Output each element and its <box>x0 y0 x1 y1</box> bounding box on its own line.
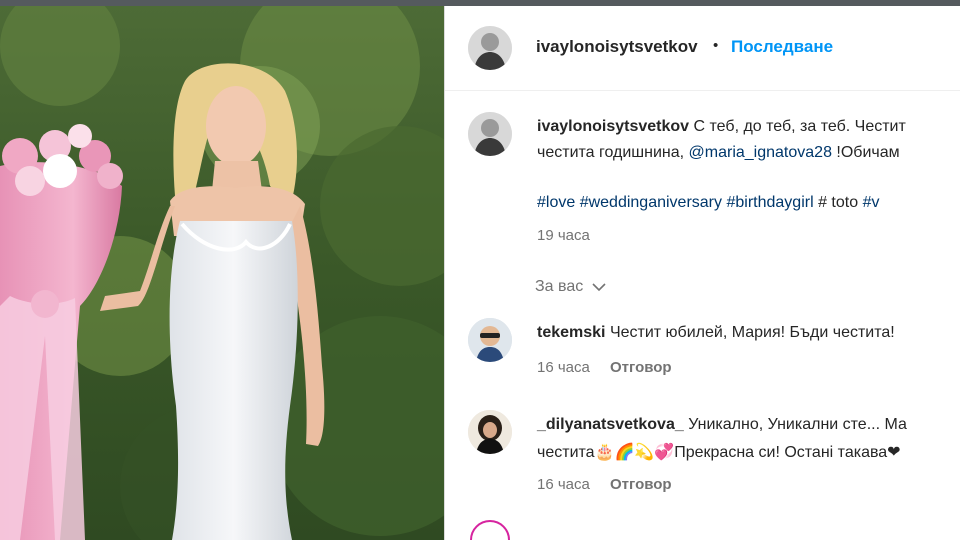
hashtag-link[interactable]: #birthdaygirl <box>726 194 813 211</box>
caption-avatar-image <box>468 112 512 156</box>
hashtag-link[interactable]: #love <box>537 194 575 211</box>
author-avatar-image <box>468 26 512 70</box>
caption-line-2: честита годишнина, @maria_ignatova28 !Об… <box>537 144 900 162</box>
post-details-panel: ivaylonoisytsvetkov • Последване ivaylon… <box>445 6 960 540</box>
commenter-avatar[interactable] <box>468 318 512 362</box>
post-header: ivaylonoisytsvetkov • Последване <box>445 6 960 91</box>
caption-mention-link[interactable]: @maria_ignatova28 <box>689 144 832 161</box>
comment-body-line-1: _dilyanatsvetkova_ Уникално, Уникални ст… <box>537 416 907 434</box>
commenter-avatar-image <box>468 318 512 362</box>
caption-text-2-prefix: честита годишнина, <box>537 144 689 161</box>
caption-avatar[interactable] <box>468 112 512 156</box>
hashtag-extra: # toto <box>818 194 859 211</box>
comment-text: Честит юбилей, Мария! Бъди честита! <box>609 324 895 341</box>
next-commenter-avatar[interactable] <box>470 520 510 540</box>
chevron-down-icon <box>592 283 606 291</box>
caption-timestamp[interactable]: 19 часа <box>537 227 590 244</box>
header-dot-separator: • <box>713 37 719 54</box>
commenter-avatar-image <box>468 410 512 454</box>
caption-line-1: ivaylonoisytsvetkov С теб, до теб, за те… <box>537 118 906 136</box>
caption-username[interactable]: ivaylonoisytsvetkov <box>537 118 689 135</box>
caption-text-2-suffix: !Обичам <box>831 144 900 161</box>
post-photo <box>0 6 444 540</box>
follow-button[interactable]: Последване <box>731 37 833 57</box>
caption-hashtags: #love #weddinganiversary #birthdaygirl #… <box>537 194 879 212</box>
comment-body-line-2: честита🎂🌈💫💞Прекрасна си! Останi такава❤ <box>537 442 901 462</box>
hashtag-link[interactable]: #weddinganiversary <box>580 194 722 211</box>
author-avatar[interactable] <box>468 26 512 70</box>
commenter-avatar[interactable] <box>468 410 512 454</box>
comment-timestamp[interactable]: 16 часа <box>537 359 590 376</box>
comment-body: tekemski Честит юбилей, Мария! Бъди чест… <box>537 324 895 342</box>
comment-text-line-2: честита🎂🌈💫💞Прекрасна си! Останi такава❤ <box>537 444 901 461</box>
comment-username[interactable]: tekemski <box>537 324 606 341</box>
post-author-username[interactable]: ivaylonoisytsvetkov <box>536 37 698 57</box>
caption-text-1: С теб, до теб, за теб. Честит <box>693 118 906 135</box>
comments-filter-dropdown[interactable]: За вас <box>535 278 606 296</box>
comment-username[interactable]: _dilyanatsvetkova_ <box>537 416 684 433</box>
hashtag-link[interactable]: #v <box>863 194 880 211</box>
post-image <box>0 6 444 540</box>
reply-button[interactable]: Отговор <box>610 359 672 376</box>
comment-timestamp[interactable]: 16 часа <box>537 476 590 493</box>
comment-text-line-1: Уникално, Уникални сте... Ма <box>688 416 907 433</box>
comments-filter-label: За вас <box>535 278 584 295</box>
reply-button[interactable]: Отговор <box>610 476 672 493</box>
